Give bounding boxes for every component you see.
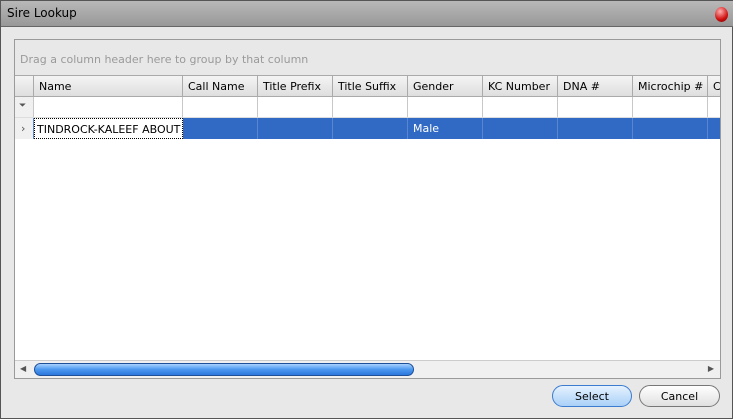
filter-row: ⏷ [15,97,720,118]
column-header-gender[interactable]: Gender [408,76,483,96]
header-indicator [15,76,34,96]
cell-title-suffix[interactable] [333,118,408,139]
scrollbar-thumb[interactable] [34,363,414,376]
filter-cell-kc-number[interactable] [483,97,558,117]
filter-cell-name[interactable] [34,97,183,117]
cell-gender[interactable]: Male [408,118,483,139]
cell-name[interactable]: TINDROCK-KALEEF ABOUT ... [34,118,183,139]
cell-title-prefix[interactable] [258,118,333,139]
column-header-partial[interactable]: C [708,76,720,96]
cell-microchip[interactable] [633,118,708,139]
sire-grid: Drag a column header here to group by th… [14,39,721,379]
funnel-icon: ⏷ [15,97,34,117]
column-header-title-suffix[interactable]: Title Suffix [333,76,408,96]
group-by-panel[interactable]: Drag a column header here to group by th… [15,40,720,75]
column-header-call-name[interactable]: Call Name [183,76,258,96]
cell-partial[interactable] [708,118,720,139]
column-header-dna[interactable]: DNA # [558,76,633,96]
column-header-microchip[interactable]: Microchip # [633,76,708,96]
title-bar: Sire Lookup [1,1,733,27]
cell-kc-number[interactable] [483,118,558,139]
cancel-button[interactable]: Cancel [639,385,720,407]
column-header-name[interactable]: Name [34,76,183,96]
table-row[interactable]: › TINDROCK-KALEEF ABOUT ... Male [15,118,720,139]
filter-cell-call-name[interactable] [183,97,258,117]
close-icon[interactable] [715,7,728,22]
filter-cell-partial[interactable] [708,97,720,117]
column-header-row: Name Call Name Title Prefix Title Suffix… [15,75,720,97]
horizontal-scrollbar[interactable]: ◀ ▶ [15,360,720,378]
window-title: Sire Lookup [7,6,77,20]
scroll-right-icon[interactable]: ▶ [708,364,714,373]
column-header-kc-number[interactable]: KC Number [483,76,558,96]
chevron-right-icon: › [15,118,34,139]
filter-cell-gender[interactable] [408,97,483,117]
filter-cell-title-suffix[interactable] [333,97,408,117]
cell-dna[interactable] [558,118,633,139]
column-header-title-prefix[interactable]: Title Prefix [258,76,333,96]
filter-cell-dna[interactable] [558,97,633,117]
scroll-left-icon[interactable]: ◀ [20,364,26,373]
filter-cell-title-prefix[interactable] [258,97,333,117]
filter-cell-microchip[interactable] [633,97,708,117]
cell-call-name[interactable] [183,118,258,139]
select-button[interactable]: Select [552,385,632,407]
